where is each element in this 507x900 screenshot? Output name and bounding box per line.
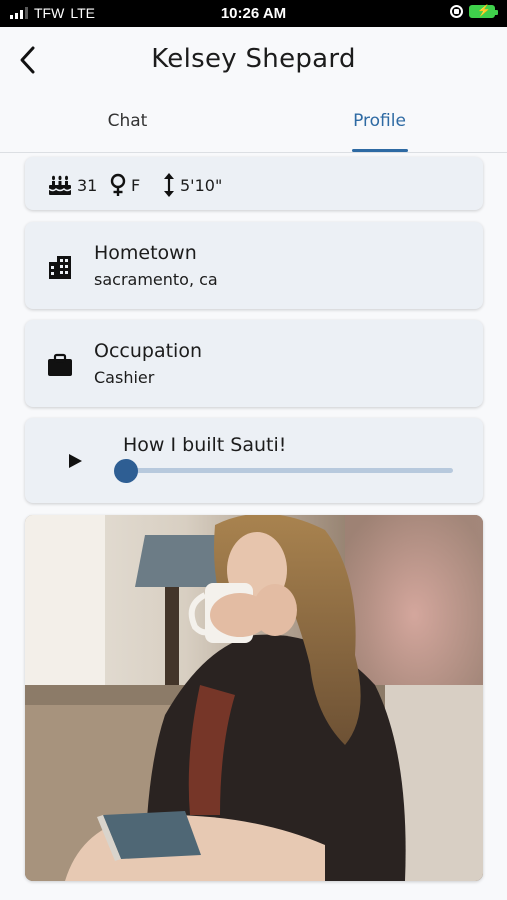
- play-icon: [69, 454, 82, 468]
- orientation-lock-icon: [450, 5, 463, 18]
- tab-bar: Chat Profile: [0, 97, 507, 153]
- occupation-card: Occupation Cashier: [25, 320, 483, 407]
- page-title: Kelsey Shepard: [151, 44, 356, 74]
- status-bar: TFW LTE 10:26 AM ⚡: [0, 0, 507, 27]
- age-stat: 31: [47, 173, 97, 197]
- height-stat: 5'10": [162, 173, 222, 197]
- status-time: 10:26 AM: [220, 5, 287, 22]
- height-icon: [164, 173, 174, 197]
- battery-icon: ⚡: [469, 5, 498, 18]
- occupation-value: Cashier: [94, 368, 155, 387]
- hometown-value: sacramento, ca: [94, 270, 218, 289]
- profile-photo-illustration: [25, 515, 483, 881]
- gender-stat: F: [109, 173, 140, 197]
- audio-progress-track[interactable]: [125, 468, 453, 473]
- occupation-label: Occupation: [94, 340, 202, 362]
- audio-progress-thumb[interactable]: [114, 459, 138, 483]
- gender-value: F: [131, 175, 141, 195]
- height-value: 5'10": [180, 175, 223, 195]
- hometown-card: Hometown sacramento, ca: [25, 222, 483, 309]
- profile-photo: [25, 515, 483, 881]
- building-icon: [49, 256, 71, 279]
- age-value: 31: [77, 175, 98, 195]
- briefcase-icon: [48, 353, 72, 376]
- female-icon: [110, 173, 126, 196]
- play-button[interactable]: [65, 451, 85, 471]
- tab-profile[interactable]: Profile: [312, 111, 447, 131]
- voice-intro-card: How I built Sauti!: [25, 418, 483, 503]
- audio-title: How I built Sauti!: [123, 434, 287, 456]
- tab-chat[interactable]: Chat: [60, 111, 195, 131]
- stats-card: 31 F 5'10": [25, 157, 483, 210]
- status-right: ⚡: [450, 5, 498, 18]
- birthday-cake-icon: [48, 175, 72, 195]
- active-tab-indicator: [352, 149, 408, 152]
- header: Kelsey Shepard: [0, 27, 507, 97]
- hometown-label: Hometown: [94, 242, 197, 264]
